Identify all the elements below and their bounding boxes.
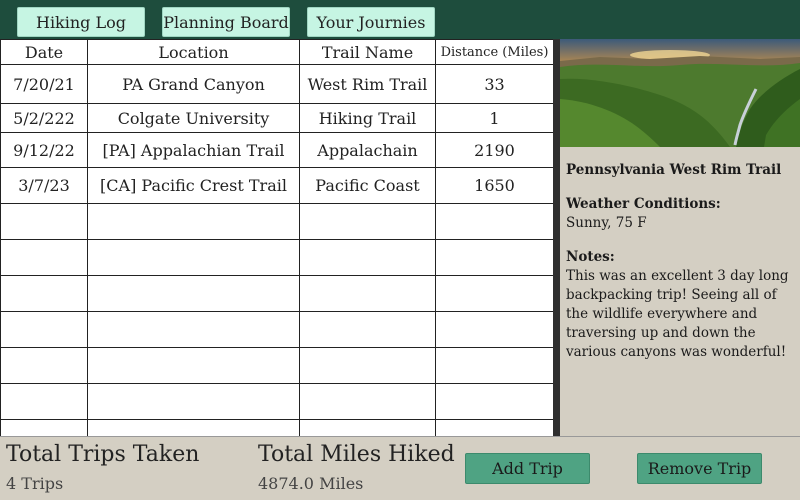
cell-location: [CA] Pacific Crest Trail — [87, 167, 300, 204]
empty-cell-trail — [299, 239, 436, 276]
cell-date: 5/2/222 — [0, 103, 88, 133]
trip-details-panel: Pennsylvania West Rim Trail Weather Cond… — [560, 39, 800, 436]
top-nav-bar: Hiking Log Planning Board Your Journies — [0, 0, 800, 39]
empty-cell-date — [0, 347, 88, 384]
empty-cell-location — [87, 383, 300, 420]
notes-value: This was an excellent 3 day long backpac… — [566, 268, 789, 360]
table-header-row: Date Location Trail Name Distance (Miles… — [0, 39, 553, 65]
empty-table-row[interactable] — [0, 203, 553, 240]
empty-cell-location — [87, 275, 300, 312]
column-header-date[interactable]: Date — [0, 39, 88, 65]
table-row[interactable]: 7/20/21 PA Grand Canyon West Rim Trail 33 — [0, 64, 553, 104]
empty-cell-distance — [435, 311, 553, 348]
trail-photo — [560, 39, 800, 147]
empty-cell-date — [0, 311, 88, 348]
trip-table-container: Date Location Trail Name Distance (Miles… — [0, 39, 553, 436]
detail-title: Pennsylvania West Rim Trail — [566, 162, 782, 178]
total-trips-value: 4 Trips — [6, 474, 64, 493]
notes-heading: Notes: — [566, 249, 615, 265]
cell-date: 7/20/21 — [0, 64, 88, 104]
empty-cell-location — [87, 419, 300, 436]
empty-cell-location — [87, 203, 300, 240]
tab-planning-board[interactable]: Planning Board — [162, 7, 290, 37]
empty-cell-trail — [299, 203, 436, 240]
empty-cell-trail — [299, 311, 436, 348]
add-trip-button[interactable]: Add Trip — [465, 453, 590, 484]
cell-distance: 2190 — [435, 132, 553, 168]
column-header-distance[interactable]: Distance (Miles) — [435, 39, 553, 65]
tab-your-journies[interactable]: Your Journies — [307, 7, 435, 37]
empty-table-row[interactable] — [0, 311, 553, 348]
cell-distance: 1650 — [435, 167, 553, 204]
empty-cell-trail — [299, 383, 436, 420]
total-miles-value: 4874.0 Miles — [258, 474, 364, 493]
cell-date: 3/7/23 — [0, 167, 88, 204]
cell-trail: West Rim Trail — [299, 64, 436, 104]
table-row[interactable]: 5/2/222 Colgate University Hiking Trail 1 — [0, 103, 553, 133]
empty-cell-location — [87, 311, 300, 348]
cell-location: Colgate University — [87, 103, 300, 133]
trip-table: Date Location Trail Name Distance (Miles… — [0, 39, 553, 436]
empty-cell-distance — [435, 275, 553, 312]
column-header-trail-name[interactable]: Trail Name — [299, 39, 436, 65]
weather-value: Sunny, 75 F — [566, 215, 647, 231]
empty-cell-date — [0, 203, 88, 240]
trip-details-text: Pennsylvania West Rim Trail Weather Cond… — [566, 161, 794, 362]
cell-trail: Hiking Trail — [299, 103, 436, 133]
table-row[interactable]: 9/12/22 [PA] Appalachian Trail Appalachain… — [0, 132, 553, 168]
empty-cell-distance — [435, 383, 553, 420]
table-row[interactable]: 3/7/23 [CA] Pacific Crest Trail Pacific Co… — [0, 167, 553, 204]
cell-trail: Appalachain — [299, 132, 436, 168]
empty-cell-distance — [435, 203, 553, 240]
empty-table-row[interactable] — [0, 239, 553, 276]
empty-cell-date — [0, 419, 88, 436]
total-miles-label: Total Miles Hiked — [258, 442, 455, 467]
empty-cell-date — [0, 275, 88, 312]
empty-table-row[interactable] — [0, 383, 553, 420]
empty-table-row[interactable] — [0, 275, 553, 312]
cell-distance: 1 — [435, 103, 553, 133]
cell-location: PA Grand Canyon — [87, 64, 300, 104]
empty-cell-location — [87, 347, 300, 384]
remove-trip-button[interactable]: Remove Trip — [637, 453, 762, 484]
empty-cell-date — [0, 239, 88, 276]
stats-bar: Total Trips Taken 4 Trips Total Miles Hi… — [0, 436, 800, 500]
cell-distance: 33 — [435, 64, 553, 104]
empty-cell-trail — [299, 275, 436, 312]
panel-divider — [553, 39, 560, 436]
cell-date: 9/12/22 — [0, 132, 88, 168]
empty-cell-distance — [435, 239, 553, 276]
empty-cell-date — [0, 383, 88, 420]
empty-cell-location — [87, 239, 300, 276]
total-trips-label: Total Trips Taken — [6, 442, 200, 467]
canyon-landscape-photo-icon — [560, 39, 800, 147]
empty-cell-trail — [299, 419, 436, 436]
weather-heading: Weather Conditions: — [566, 196, 721, 212]
cell-location: [PA] Appalachian Trail — [87, 132, 300, 168]
empty-cell-trail — [299, 347, 436, 384]
column-header-location[interactable]: Location — [87, 39, 300, 65]
empty-table-row[interactable] — [0, 419, 553, 436]
tab-hiking-log[interactable]: Hiking Log — [17, 7, 145, 37]
empty-table-row[interactable] — [0, 347, 553, 384]
trip-table-body: 7/20/21 PA Grand Canyon West Rim Trail 33 5/… — [0, 64, 553, 436]
cell-trail: Pacific Coast — [299, 167, 436, 204]
empty-cell-distance — [435, 347, 553, 384]
empty-cell-distance — [435, 419, 553, 436]
